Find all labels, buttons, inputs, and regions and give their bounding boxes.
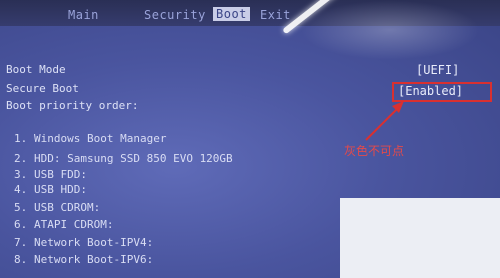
screen-glare-bottom-right bbox=[340, 198, 500, 278]
annotation-text: 灰色不可点 bbox=[344, 144, 405, 158]
